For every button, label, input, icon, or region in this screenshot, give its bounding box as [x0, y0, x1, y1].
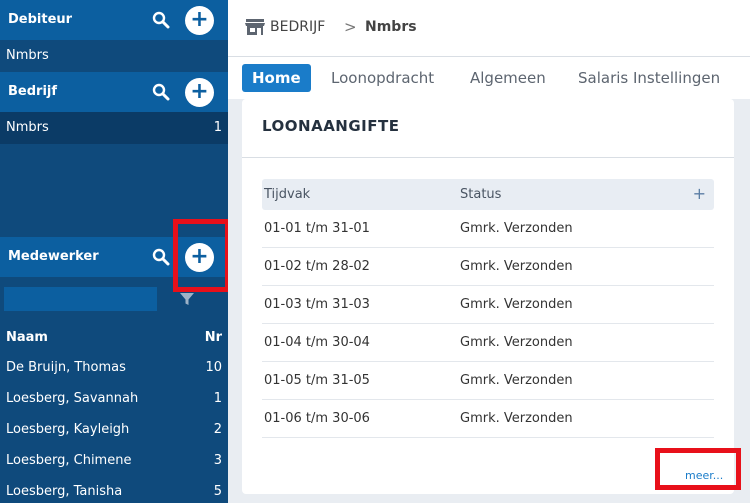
card-divider	[242, 157, 734, 158]
employee-name: Loesberg, Chimene	[6, 453, 132, 468]
employee-row[interactable]: Loesberg, Chimene 3	[0, 446, 228, 477]
employee-nr: 5	[213, 484, 222, 499]
bedrijf-item-label: Nmbrs	[6, 120, 49, 135]
tab-loonopdracht[interactable]: Loonopdracht	[331, 64, 434, 92]
employee-nr: 3	[213, 453, 222, 468]
employee-name: De Bruijn, Thomas	[6, 360, 126, 375]
employee-row[interactable]: De Bruijn, Thomas 10	[0, 353, 228, 384]
cell-status: Gmrk. Verzonden	[460, 373, 573, 388]
cell-tijdvak: 01-04 t/m 30-04	[264, 335, 370, 350]
debiteur-item[interactable]: Nmbrs	[0, 40, 228, 72]
debiteur-header: Debiteur +	[0, 0, 228, 40]
card-title: LOONAANGIFTE	[262, 117, 400, 135]
sidebar: Debiteur + Nmbrs Bedrijf + Nmbrs 1 Medew…	[0, 0, 228, 503]
table-row[interactable]: 01-04 t/m 30-04 Gmrk. Verzonden	[262, 324, 714, 362]
more-link[interactable]: meer...	[685, 469, 723, 482]
add-debiteur-button[interactable]: +	[185, 6, 214, 35]
table-row[interactable]: 01-01 t/m 31-01 Gmrk. Verzonden	[262, 210, 714, 248]
breadcrumb: BEDRIJF > Nmbrs	[228, 0, 750, 57]
cell-status: Gmrk. Verzonden	[460, 335, 573, 350]
medewerker-header: Medewerker +	[0, 237, 228, 277]
breadcrumb-level2: Nmbrs	[365, 19, 417, 35]
employee-name: Loesberg, Savannah	[6, 391, 139, 406]
loonaangifte-table-header: Tijdvak Status +	[262, 179, 714, 210]
search-icon[interactable]	[152, 248, 170, 266]
employee-nr: 2	[213, 422, 222, 437]
loonaangifte-card: LOONAANGIFTE Tijdvak Status + 01-01 t/m …	[242, 99, 734, 494]
bedrijf-title: Bedrijf	[8, 84, 58, 99]
cell-tijdvak: 01-02 t/m 28-02	[264, 259, 370, 274]
bedrijf-header: Bedrijf +	[0, 72, 228, 112]
add-row-button[interactable]: +	[693, 184, 706, 203]
col-naam: Naam	[6, 330, 48, 345]
store-icon	[245, 19, 265, 35]
cell-tijdvak: 01-03 t/m 31-03	[264, 297, 370, 312]
filter-icon[interactable]	[179, 291, 195, 307]
employee-row[interactable]: Loesberg, Savannah 1	[0, 384, 228, 415]
main-panel: BEDRIJF > Nmbrs Home Loonopdracht Algeme…	[228, 0, 750, 503]
cell-status: Gmrk. Verzonden	[460, 221, 573, 236]
table-row[interactable]: 01-02 t/m 28-02 Gmrk. Verzonden	[262, 248, 714, 286]
tab-home[interactable]: Home	[242, 64, 311, 92]
medewerker-table-header: Naam Nr	[0, 325, 228, 349]
medewerker-title: Medewerker	[8, 249, 99, 264]
employee-name: Loesberg, Tanisha	[6, 484, 123, 499]
col-status: Status	[460, 187, 502, 202]
employee-nr: 1	[213, 391, 222, 406]
cell-tijdvak: 01-06 t/m 30-06	[264, 411, 370, 426]
add-medewerker-button[interactable]: +	[185, 243, 214, 272]
bedrijf-item-count: 1	[213, 120, 222, 135]
employee-row[interactable]: Loesberg, Kayleigh 2	[0, 415, 228, 446]
search-icon[interactable]	[152, 11, 170, 29]
table-row[interactable]: 01-06 t/m 30-06 Gmrk. Verzonden	[262, 400, 714, 438]
search-icon[interactable]	[152, 83, 170, 101]
cell-status: Gmrk. Verzonden	[460, 411, 573, 426]
employee-name: Loesberg, Kayleigh	[6, 422, 130, 437]
chevron-right-icon: >	[344, 18, 357, 36]
add-bedrijf-button[interactable]: +	[185, 78, 214, 107]
table-row[interactable]: 01-05 t/m 31-05 Gmrk. Verzonden	[262, 362, 714, 400]
cell-status: Gmrk. Verzonden	[460, 259, 573, 274]
breadcrumb-level1[interactable]: BEDRIJF	[270, 19, 325, 35]
debiteur-title: Debiteur	[8, 12, 73, 27]
col-tijdvak: Tijdvak	[264, 187, 311, 202]
employee-row[interactable]: Loesberg, Tanisha 5	[0, 477, 228, 503]
col-nr: Nr	[204, 330, 222, 345]
table-row[interactable]: 01-03 t/m 31-03 Gmrk. Verzonden	[262, 286, 714, 324]
medewerker-filter-input[interactable]	[4, 287, 157, 311]
cell-tijdvak: 01-05 t/m 31-05	[264, 373, 370, 388]
employee-nr: 10	[205, 360, 222, 375]
tab-algemeen[interactable]: Algemeen	[470, 64, 546, 92]
debiteur-item-label: Nmbrs	[6, 48, 49, 63]
tab-salaris-instellingen[interactable]: Salaris Instellingen	[578, 64, 720, 92]
bedrijf-item[interactable]: Nmbrs 1	[0, 112, 228, 144]
cell-tijdvak: 01-01 t/m 31-01	[264, 221, 370, 236]
tab-bar: Home Loonopdracht Algemeen Salaris Inste…	[228, 57, 750, 99]
cell-status: Gmrk. Verzonden	[460, 297, 573, 312]
